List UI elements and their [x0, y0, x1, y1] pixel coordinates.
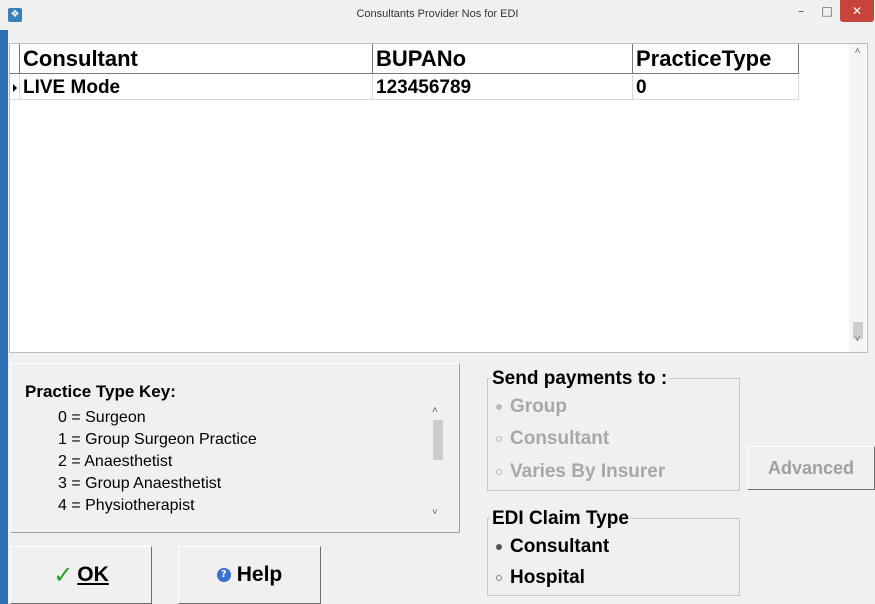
window-left-border — [0, 30, 8, 604]
minimize-icon: – — [798, 4, 804, 18]
radio-label: Consultant — [510, 428, 610, 449]
grid-vertical-scrollbar[interactable] — [849, 44, 866, 352]
advanced-button[interactable]: Advanced — [747, 446, 875, 490]
radio-label: Varies By Insurer — [510, 461, 666, 482]
close-icon: ✕ — [851, 4, 863, 18]
radio-icon — [496, 575, 502, 581]
help-button[interactable]: ? Help — [178, 546, 321, 604]
table-row[interactable]: LIVE Mode 123456789 0 — [10, 75, 799, 101]
cell-consultant[interactable]: LIVE Mode — [20, 75, 373, 100]
minimize-button[interactable]: – — [788, 0, 814, 22]
practice-key-list[interactable]: 0 = Surgeon 1 = Group Surgeon Practice 2… — [58, 407, 257, 517]
title-bar: ❖ Consultants Provider Nos for EDI – □ ✕ — [0, 0, 875, 30]
radio-send-consultant[interactable]: Consultant — [496, 428, 609, 450]
practice-key-title: Practice Type Key: — [25, 382, 176, 401]
radio-label: Consultant — [510, 536, 610, 557]
radio-selected-icon — [496, 544, 502, 550]
close-button[interactable]: ✕ — [840, 0, 874, 22]
radio-icon — [496, 469, 502, 475]
radio-send-varies[interactable]: Varies By Insurer — [496, 461, 665, 483]
list-item: 0 = Surgeon — [58, 409, 146, 426]
radio-send-group[interactable]: Group — [496, 396, 567, 418]
grid-header: Consultant BUPANo PracticeType — [10, 44, 799, 75]
ok-button[interactable]: ✓ OK — [10, 546, 152, 604]
window-title: Consultants Provider Nos for EDI — [356, 8, 519, 20]
row-header-corner — [10, 44, 20, 74]
key-scroll-thumb[interactable] — [433, 420, 443, 460]
scroll-up-icon[interactable]: ˄ — [849, 46, 866, 57]
scroll-down-icon[interactable]: ˅ — [849, 334, 866, 345]
list-item: 4 = Physiotherapist — [58, 497, 195, 514]
send-payments-legend: Send payments to : — [490, 368, 670, 390]
column-header-consultant[interactable]: Consultant — [20, 44, 373, 74]
radio-claim-hospital[interactable]: Hospital — [496, 567, 585, 589]
radio-label: Group — [510, 396, 567, 417]
maximize-button[interactable]: □ — [814, 0, 840, 22]
radio-selected-icon — [496, 404, 502, 410]
key-scroll-down-icon[interactable]: ˅ — [432, 507, 438, 518]
key-scroll-up-icon[interactable]: ˄ — [432, 405, 438, 416]
help-label: Help — [236, 563, 283, 586]
cell-practice-type[interactable]: 0 — [633, 75, 799, 100]
radio-label: Hospital — [510, 567, 585, 588]
current-row-arrow-icon — [13, 84, 17, 92]
ok-label: OK — [77, 563, 109, 586]
column-header-practicetype[interactable]: PracticeType — [633, 44, 799, 74]
radio-claim-consultant[interactable]: Consultant — [496, 536, 609, 558]
cell-bupano[interactable]: 123456789 — [373, 75, 633, 100]
list-item: 2 = Anaesthetist — [58, 453, 173, 470]
maximize-icon: □ — [821, 4, 833, 18]
checkmark-icon: ✓ — [53, 561, 74, 589]
help-icon: ? — [216, 568, 231, 582]
list-item: 3 = Group Anaesthetist — [58, 475, 222, 492]
column-header-bupano[interactable]: BUPANo — [373, 44, 633, 74]
list-item: 1 = Group Surgeon Practice — [58, 431, 257, 448]
radio-icon — [496, 436, 502, 442]
provider-grid[interactable]: Consultant BUPANo PracticeType LIVE Mode… — [9, 43, 868, 353]
edi-claim-legend: EDI Claim Type — [490, 508, 631, 530]
